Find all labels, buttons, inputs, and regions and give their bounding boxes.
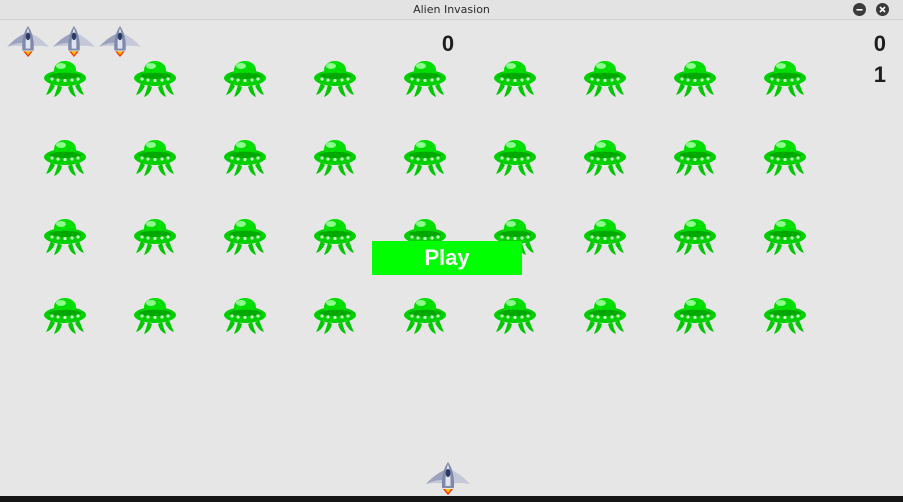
alien-ufo-icon	[402, 58, 448, 98]
alien-ufo-icon	[312, 58, 358, 98]
minimize-icon	[856, 9, 863, 11]
high-score-display: 0	[873, 31, 886, 56]
alien-ufo-icon	[492, 295, 538, 335]
window-title: Alien Invasion	[413, 3, 490, 16]
level-display: 1	[873, 62, 886, 87]
alien-ufo-icon	[132, 295, 178, 335]
alien-ufo-icon	[402, 137, 448, 177]
alien-ufo-icon	[672, 216, 718, 256]
alien-ufo-icon	[492, 58, 538, 98]
alien-ufo-icon	[42, 137, 88, 177]
alien-ufo-icon	[582, 137, 628, 177]
alien-ufo-icon	[492, 137, 538, 177]
alien-ufo-icon	[402, 295, 448, 335]
minimize-button[interactable]	[853, 3, 866, 16]
ship-life-icon	[5, 26, 51, 58]
alien-ufo-icon	[312, 137, 358, 177]
close-button[interactable]	[876, 3, 889, 16]
game-screen: 0 0 1 Play	[0, 20, 903, 496]
alien-ufo-icon	[132, 58, 178, 98]
alien-ufo-icon	[762, 216, 808, 256]
alien-ufo-icon	[42, 295, 88, 335]
close-icon	[879, 6, 886, 13]
alien-ufo-icon	[132, 216, 178, 256]
alien-ufo-icon	[312, 295, 358, 335]
score-display: 0	[441, 31, 455, 56]
title-bar[interactable]: Alien Invasion	[0, 0, 903, 20]
alien-ufo-icon	[762, 295, 808, 335]
alien-ufo-icon	[222, 295, 268, 335]
alien-ufo-icon	[672, 58, 718, 98]
alien-ufo-icon	[312, 216, 358, 256]
play-button[interactable]: Play	[372, 241, 522, 275]
alien-ufo-icon	[582, 58, 628, 98]
game-window: Alien Invasion 0 0 1 Play	[0, 0, 903, 502]
alien-ufo-icon	[582, 295, 628, 335]
alien-ufo-icon	[222, 58, 268, 98]
window-bottom-border	[0, 496, 903, 502]
alien-ufo-icon	[762, 58, 808, 98]
player-ship-icon	[425, 462, 471, 496]
alien-ufo-icon	[762, 137, 808, 177]
alien-ufo-icon	[42, 58, 88, 98]
alien-ufo-icon	[132, 137, 178, 177]
alien-ufo-icon	[222, 137, 268, 177]
alien-ufo-icon	[222, 216, 268, 256]
ship-life-icon	[97, 26, 143, 58]
alien-ufo-icon	[42, 216, 88, 256]
ship-life-icon	[51, 26, 97, 58]
alien-ufo-icon	[672, 295, 718, 335]
alien-ufo-icon	[582, 216, 628, 256]
alien-ufo-icon	[672, 137, 718, 177]
